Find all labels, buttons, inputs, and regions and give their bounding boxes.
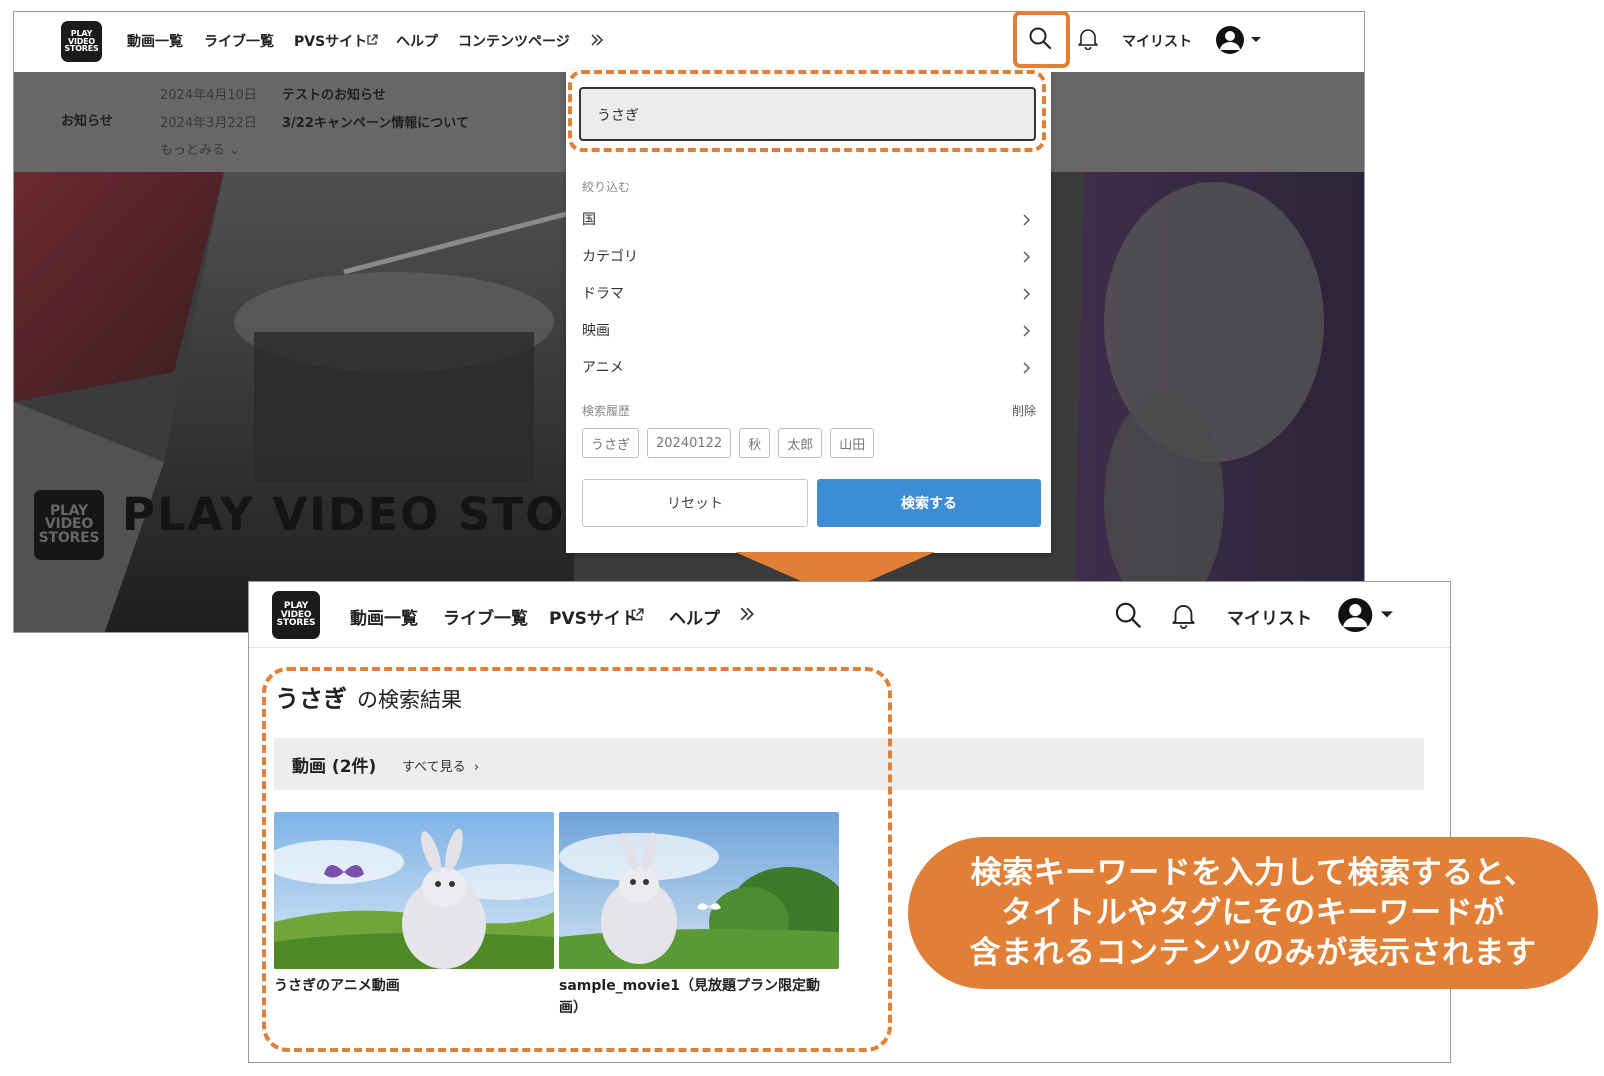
hero-logo: PLAY VIDEO STORES [34, 490, 104, 560]
highlight-search-icon [1013, 11, 1070, 68]
history-chip[interactable]: 20240122 [647, 428, 732, 458]
avatar[interactable] [1337, 596, 1393, 634]
filter-category[interactable]: カテゴリ [582, 246, 1034, 268]
chevron-right-icon [1023, 288, 1030, 300]
external-link-icon [631, 608, 644, 621]
hero-brand-text: PLAY VIDEO STOR [122, 488, 603, 541]
news-label: お知らせ [61, 114, 113, 129]
nav-help[interactable]: ヘルプ [396, 31, 438, 51]
logo[interactable]: PLAY VIDEO STORES [61, 21, 102, 62]
history-chip[interactable]: 秋 [739, 428, 771, 458]
filter-movie[interactable]: 映画 [582, 320, 1034, 342]
news-title-2[interactable]: 3/22キャンペーン情報について [282, 112, 469, 131]
external-link-icon [367, 34, 378, 45]
double-chevron-right-icon[interactable] [590, 34, 604, 46]
news-title-1[interactable]: テストのお知らせ [282, 84, 386, 103]
mylist-link[interactable]: マイリスト [1122, 31, 1192, 51]
chevron-right-icon [1023, 325, 1030, 337]
nav-videos[interactable]: 動画一覧 [350, 604, 418, 629]
history-chip[interactable]: うさぎ [582, 428, 640, 458]
nav-content-page[interactable]: コンテンツページ [458, 31, 570, 51]
bell-icon[interactable] [1077, 26, 1099, 50]
news-date-2: 2024年3月22日 [160, 116, 257, 131]
history-label: 検索履歴 [582, 404, 631, 418]
filter-country[interactable]: 国 [582, 209, 1034, 231]
bell-icon[interactable] [1171, 601, 1196, 629]
callout-bubble: 検索キーワードを入力して検索すると、 タイトルやタグにそのキーワードが 含まれる… [908, 837, 1598, 989]
news-more-link[interactable]: もっとみる ⌄ [160, 139, 240, 158]
avatar[interactable] [1215, 25, 1261, 55]
callout-line: タイトルやタグにそのキーワードが [1001, 895, 1505, 931]
highlight-search-input [568, 70, 1046, 152]
callout-line: 含まれるコンテンツのみが表示されます [969, 935, 1537, 971]
nav-videos[interactable]: 動画一覧 [127, 31, 183, 51]
filter-anime[interactable]: アニメ [582, 357, 1034, 379]
nav-live[interactable]: ライブ一覧 [443, 604, 528, 629]
search-icon[interactable] [1114, 601, 1142, 629]
history-chip[interactable]: 太郎 [778, 428, 823, 458]
chevron-right-icon [1023, 251, 1030, 263]
mylist-link[interactable]: マイリスト [1227, 604, 1312, 629]
filter-label: 絞り込む [582, 180, 631, 194]
nav-pvs-site[interactable]: PVSサイト [549, 604, 638, 629]
reset-button[interactable]: リセット [582, 479, 808, 527]
nav-live[interactable]: ライブ一覧 [204, 31, 274, 51]
bottom-header: PLAY VIDEO STORES 動画一覧 ライブ一覧 PVSサイト ヘルプ … [249, 582, 1450, 648]
chevron-right-icon [1023, 214, 1030, 226]
top-header: PLAY VIDEO STORES 動画一覧 ライブ一覧 PVSサイト ヘルプ … [14, 12, 1364, 72]
chevron-right-icon [1023, 362, 1030, 374]
filter-drama[interactable]: ドラマ [582, 283, 1034, 305]
history-chips: うさぎ 20240122 秋 太郎 山田 [582, 428, 875, 458]
nav-help[interactable]: ヘルプ [669, 604, 720, 629]
history-chip[interactable]: 山田 [830, 428, 875, 458]
highlight-search-results [262, 667, 892, 1052]
history-delete[interactable]: 削除 [1012, 402, 1036, 419]
logo[interactable]: PLAY VIDEO STORES [272, 591, 320, 639]
news-date-1: 2024年4月10日 [160, 88, 257, 103]
search-submit-button[interactable]: 検索する [817, 479, 1041, 527]
callout-line: 検索キーワードを入力して検索すると、 [970, 855, 1536, 891]
double-chevron-right-icon[interactable] [739, 606, 755, 622]
nav-pvs-site[interactable]: PVSサイト [294, 31, 367, 51]
